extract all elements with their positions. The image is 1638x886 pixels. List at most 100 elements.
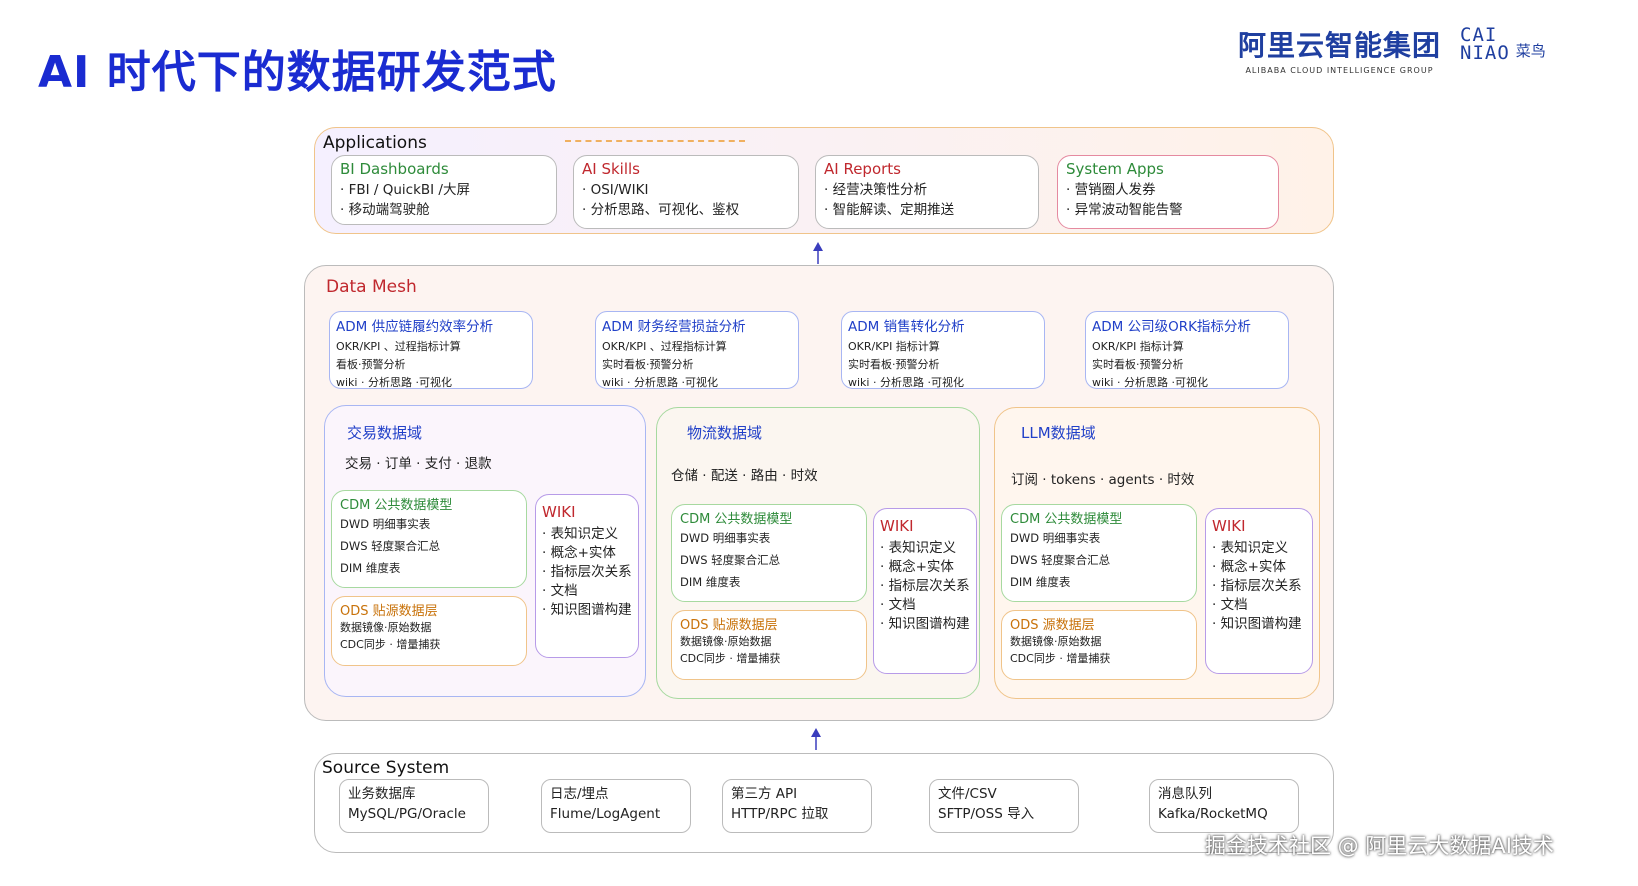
- cdm-line: DIM 维度表: [340, 561, 401, 575]
- cdm-line: DIM 维度表: [680, 575, 741, 589]
- source-card-line: MySQL/PG/Oracle: [348, 806, 466, 822]
- applications-panel: Applications BI Dashboards · FBI / Quick…: [314, 127, 1334, 234]
- app-card-bi-dashboards[interactable]: BI Dashboards · FBI / QuickBI /大屏 · 移动端驾…: [331, 155, 557, 225]
- source-card-files[interactable]: 文件/CSV SFTP/OSS 导入: [929, 779, 1079, 833]
- cdm-box[interactable]: CDM 公共数据模型 DWD 明细事实表 DWS 轻度聚合汇总 DIM 维度表: [671, 504, 867, 602]
- cainiao-logo: CAI NIAO 菜鸟: [1460, 26, 1546, 64]
- app-card-system-apps[interactable]: System Apps · 营销圈人发券 · 异常波动智能告警: [1057, 155, 1279, 229]
- domain-subtitle: 交易 · 订单 · 支付 · 退款: [345, 456, 492, 472]
- adm-card-title: ADM 财务经营损益分析: [602, 319, 746, 335]
- domain-name: 物流数据域: [687, 424, 763, 442]
- wiki-box[interactable]: WIKI · 表知识定义 · 概念+实体 · 指标层次关系 · 文档 · 知识图…: [535, 494, 639, 658]
- adm-card-line: wiki · 分析思路 ·可视化: [1092, 376, 1208, 389]
- domain-logistics: 物流数据域 仓储 · 配送 · 路由 · 时效 CDM 公共数据模型 DWD 明…: [656, 407, 980, 699]
- ods-line: 数据镜像·原始数据: [680, 635, 772, 648]
- cdm-line: DWD 明细事实表: [680, 531, 771, 545]
- source-card-mq[interactable]: 消息队列 Kafka/RocketMQ: [1149, 779, 1299, 833]
- domain-name: LLM数据域: [1021, 424, 1096, 442]
- cdm-line: DWD 明细事实表: [340, 517, 431, 531]
- wiki-line: · 指标层次关系: [542, 564, 632, 580]
- source-system-panel: Source System 业务数据库 MySQL/PG/Oracle 日志/埋…: [314, 753, 1334, 853]
- adm-card-finance[interactable]: ADM 财务经营损益分析 OKR/KPI 、过程指标计算 实时看板·预警分析 w…: [595, 311, 799, 389]
- ods-line: 数据镜像·原始数据: [1010, 635, 1102, 648]
- ods-line: 数据镜像·原始数据: [340, 621, 432, 634]
- applications-label: Applications: [323, 133, 427, 153]
- cdm-title: CDM 公共数据模型: [340, 498, 453, 513]
- ods-title: ODS 贴源数据层: [680, 618, 778, 633]
- wiki-line: · 文档: [542, 583, 578, 599]
- dashed-divider: [565, 140, 745, 142]
- cdm-line: DWD 明细事实表: [1010, 531, 1101, 545]
- wiki-box[interactable]: WIKI · 表知识定义 · 概念+实体 · 指标层次关系 · 文档 · 知识图…: [873, 508, 977, 674]
- wiki-line: · 概念+实体: [1212, 559, 1286, 575]
- source-card-logs[interactable]: 日志/埋点 Flume/LogAgent: [541, 779, 691, 833]
- ods-line: CDC同步 · 增量捕获: [340, 638, 441, 651]
- adm-card-title: ADM 销售转化分析: [848, 319, 965, 335]
- app-card-line: · FBI / QuickBI /大屏: [340, 182, 470, 198]
- app-card-title: AI Skills: [582, 160, 640, 178]
- app-card-line: · OSI/WIKI: [582, 182, 649, 198]
- cainiao-logo-zh: 菜鸟: [1515, 41, 1546, 60]
- ods-box[interactable]: ODS 贴源数据层 数据镜像·原始数据 CDC同步 · 增量捕获: [671, 610, 867, 680]
- cdm-box[interactable]: CDM 公共数据模型 DWD 明细事实表 DWS 轻度聚合汇总 DIM 维度表: [1001, 504, 1197, 602]
- cdm-line: DIM 维度表: [1010, 575, 1071, 589]
- wiki-line: · 知识图谱构建: [542, 602, 632, 618]
- adm-card-line: OKR/KPI 、过程指标计算: [602, 340, 727, 353]
- wiki-line: · 知识图谱构建: [880, 616, 970, 632]
- page-title: AI 时代下的数据研发范式: [38, 47, 557, 98]
- ods-box[interactable]: ODS 贴源数据层 数据镜像·原始数据 CDC同步 · 增量捕获: [331, 596, 527, 666]
- wiki-line: · 指标层次关系: [1212, 578, 1302, 594]
- source-card-api[interactable]: 第三方 API HTTP/RPC 拉取: [722, 779, 872, 833]
- wiki-line: · 表知识定义: [1212, 540, 1289, 556]
- data-mesh-label: Data Mesh: [326, 277, 417, 297]
- cdm-box[interactable]: CDM 公共数据模型 DWD 明细事实表 DWS 轻度聚合汇总 DIM 维度表: [331, 490, 527, 588]
- wiki-line: · 表知识定义: [542, 526, 619, 542]
- app-card-line: · 智能解读、定期推送: [824, 202, 955, 218]
- ods-box[interactable]: ODS 源数据层 数据镜像·原始数据 CDC同步 · 增量捕获: [1001, 610, 1197, 680]
- domain-name: 交易数据域: [347, 424, 423, 442]
- source-card-line: Kafka/RocketMQ: [1158, 806, 1268, 822]
- alibaba-logo-zh: 阿里云智能集团: [1238, 29, 1442, 62]
- app-card-ai-reports[interactable]: AI Reports · 经营决策性分析 · 智能解读、定期推送: [815, 155, 1039, 229]
- app-card-ai-skills[interactable]: AI Skills · OSI/WIKI · 分析思路、可视化、鉴权: [573, 155, 799, 229]
- wiki-line: · 知识图谱构建: [1212, 616, 1302, 632]
- adm-card-title: ADM 供应链履约效率分析: [336, 319, 494, 335]
- adm-card-line: 看板·预警分析: [336, 358, 406, 371]
- adm-card-sales[interactable]: ADM 销售转化分析 OKR/KPI 指标计算 实时看板·预警分析 wiki ·…: [841, 311, 1045, 389]
- adm-card-okr[interactable]: ADM 公司级ORK指标分析 OKR/KPI 指标计算 实时看板·预警分析 wi…: [1085, 311, 1289, 389]
- cdm-title: CDM 公共数据模型: [680, 512, 793, 527]
- source-card-line: 日志/埋点: [550, 786, 609, 802]
- source-card-database[interactable]: 业务数据库 MySQL/PG/Oracle: [339, 779, 489, 833]
- adm-card-supply-chain[interactable]: ADM 供应链履约效率分析 OKR/KPI 、过程指标计算 看板·预警分析 wi…: [329, 311, 533, 389]
- ods-line: CDC同步 · 增量捕获: [1010, 652, 1111, 665]
- wiki-line: · 概念+实体: [542, 545, 616, 561]
- cainiao-mark: CAI NIAO: [1460, 26, 1510, 64]
- domain-subtitle: 仓储 · 配送 · 路由 · 时效: [671, 468, 818, 484]
- ods-line: CDC同步 · 增量捕获: [680, 652, 781, 665]
- adm-card-line: wiki · 分析思路 ·可视化: [602, 376, 718, 389]
- cdm-line: DWS 轻度聚合汇总: [340, 539, 441, 553]
- ods-title: ODS 贴源数据层: [340, 604, 438, 619]
- source-card-line: SFTP/OSS 导入: [938, 806, 1035, 822]
- source-card-line: HTTP/RPC 拉取: [731, 806, 829, 822]
- adm-card-line: wiki · 分析思路 ·可视化: [336, 376, 452, 389]
- cdm-line: DWS 轻度聚合汇总: [680, 553, 781, 567]
- domain-llm: LLM数据域 订阅 · tokens · agents · 时效 CDM 公共数…: [994, 407, 1320, 699]
- up-arrow-icon: [813, 242, 823, 264]
- app-card-title: AI Reports: [824, 160, 901, 178]
- wiki-line: · 文档: [880, 597, 916, 613]
- cdm-title: CDM 公共数据模型: [1010, 512, 1123, 527]
- adm-card-line: 实时看板·预警分析: [1092, 358, 1184, 371]
- wiki-box[interactable]: WIKI · 表知识定义 · 概念+实体 · 指标层次关系 · 文档 · 知识图…: [1205, 508, 1313, 674]
- wiki-line: · 概念+实体: [880, 559, 954, 575]
- wiki-title: WIKI: [1212, 517, 1246, 535]
- app-card-line: · 异常波动智能告警: [1066, 202, 1183, 218]
- wiki-line: · 文档: [1212, 597, 1248, 613]
- alibaba-cloud-logo: 阿里云智能集团 ALIBABA CLOUD INTELLIGENCE GROUP: [1238, 24, 1441, 75]
- source-card-line: 文件/CSV: [938, 786, 997, 802]
- wiki-line: · 表知识定义: [880, 540, 957, 556]
- cainiao-mark-line2: NIAO: [1460, 42, 1510, 64]
- adm-card-line: OKR/KPI 指标计算: [848, 340, 940, 353]
- source-card-line: Flume/LogAgent: [550, 806, 661, 822]
- source-system-label: Source System: [322, 758, 450, 778]
